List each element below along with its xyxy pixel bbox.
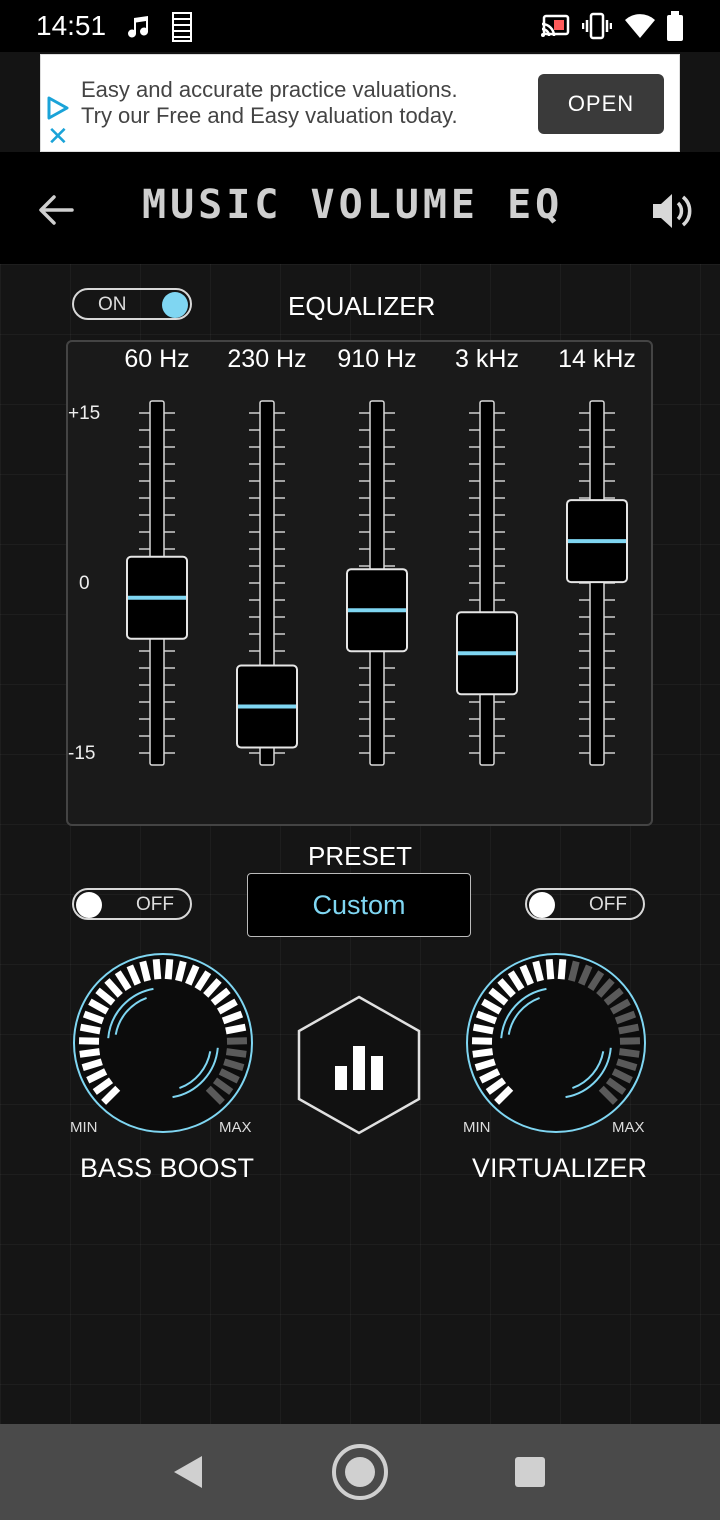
virtualizer-max-label: MAX [612,1119,645,1136]
knobs-layer [73,953,646,1133]
nav-home-icon[interactable] [330,1442,390,1502]
visualizer-button[interactable] [295,994,423,1136]
virtualizer-label: VIRTUALIZER [472,1153,648,1183]
nav-back-icon[interactable] [170,1452,206,1492]
virtualizer-min-label: MIN [463,1119,491,1136]
system-nav-bar [0,1424,720,1520]
bass-boost-min-label: MIN [70,1119,98,1136]
bass-boost-max-label: MAX [219,1119,252,1136]
nav-recents-icon[interactable] [512,1454,548,1490]
bass-boost-label: BASS BOOST [80,1153,255,1183]
bass-boost-knob[interactable] [73,953,253,1133]
virtualizer-knob[interactable] [466,953,646,1133]
